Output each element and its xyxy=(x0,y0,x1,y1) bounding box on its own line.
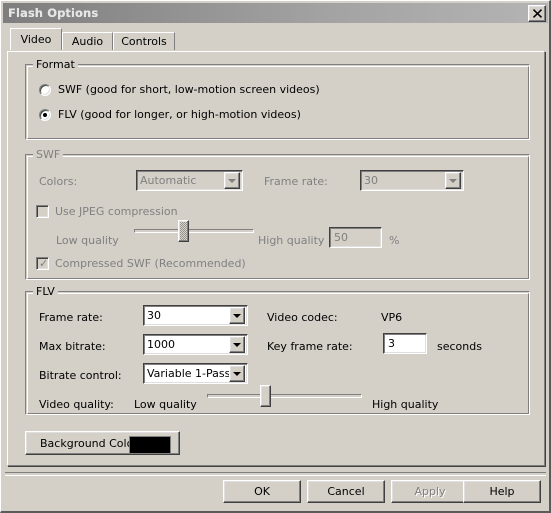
ok-button-label: OK xyxy=(254,485,270,498)
video-tab-panel: Format SWF (good for short, low-motion s… xyxy=(7,51,545,466)
cancel-button[interactable]: Cancel xyxy=(307,480,385,503)
flv-max-bitrate-combo[interactable]: 1000 xyxy=(143,334,248,355)
tab-controls[interactable]: Controls xyxy=(113,32,175,50)
apply-button: Apply xyxy=(391,480,469,503)
flv-video-quality-slider-thumb[interactable] xyxy=(260,385,271,407)
flv-group-title: FLV xyxy=(33,285,58,298)
format-group-title: Format xyxy=(33,58,78,71)
checkbox-use-jpeg-indicator[interactable] xyxy=(36,205,49,218)
ok-button[interactable]: OK xyxy=(223,480,301,503)
swf-colors-value: Automatic xyxy=(140,174,197,187)
radio-flv[interactable]: FLV (good for longer, or high-motion vid… xyxy=(39,108,301,121)
flv-group: FLV Frame rate: 30 Video codec: VP6 Max … xyxy=(25,285,530,415)
flv-frame-rate-combo[interactable]: 30 xyxy=(143,305,248,326)
chevron-down-icon[interactable] xyxy=(229,336,245,353)
help-button-label: Help xyxy=(489,485,515,498)
radio-flv-indicator[interactable] xyxy=(39,108,51,121)
swf-quality-slider[interactable] xyxy=(134,219,254,243)
swf-quality-value: 50 xyxy=(334,231,348,244)
flv-frame-rate-label: Frame rate: xyxy=(39,311,103,324)
cancel-button-label: Cancel xyxy=(327,485,365,498)
chevron-down-icon[interactable] xyxy=(445,172,461,189)
chevron-down-icon[interactable] xyxy=(229,307,245,324)
help-button[interactable]: Help xyxy=(463,480,541,503)
flv-video-codec-label: Video codec: xyxy=(267,311,338,324)
flv-video-quality-slider[interactable] xyxy=(207,384,362,408)
radio-flv-label: FLV (good for longer, or high-motion vid… xyxy=(58,108,301,121)
check-icon: ✓ xyxy=(39,257,49,270)
swf-high-quality-label: High quality xyxy=(258,234,325,247)
flv-bitrate-control-value: Variable 1-Pass xyxy=(147,367,229,380)
swf-colors-combo[interactable]: Automatic xyxy=(136,170,243,191)
tab-controls-label: Controls xyxy=(121,35,167,48)
flv-max-bitrate-label: Max bitrate: xyxy=(39,340,106,353)
flv-video-quality-label: Video quality: xyxy=(39,398,114,411)
checkbox-compressed-swf-label: Compressed SWF (Recommended) xyxy=(55,257,246,270)
radio-flv-dot xyxy=(43,112,47,117)
radio-swf-indicator[interactable] xyxy=(39,83,51,96)
flv-max-bitrate-value: 1000 xyxy=(147,338,175,351)
swf-group-title: SWF xyxy=(33,148,64,161)
flv-key-frame-rate-input[interactable]: 3 xyxy=(383,333,427,354)
flv-key-frame-rate-value: 3 xyxy=(388,337,395,350)
swf-frame-rate-label: Frame rate: xyxy=(264,175,328,188)
radio-swf-label: SWF (good for short, low-motion screen v… xyxy=(58,83,320,96)
flv-key-frame-rate-label: Key frame rate: xyxy=(267,340,353,353)
swf-quality-slider-thumb[interactable] xyxy=(178,220,189,242)
tab-audio[interactable]: Audio xyxy=(62,32,113,50)
flv-bitrate-control-combo[interactable]: Variable 1-Pass xyxy=(143,363,248,384)
footer-separator xyxy=(5,472,546,476)
flv-video-codec-value: VP6 xyxy=(381,311,403,324)
tab-audio-label: Audio xyxy=(71,35,104,48)
chevron-down-icon[interactable] xyxy=(224,172,240,189)
format-group: Format SWF (good for short, low-motion s… xyxy=(25,58,530,140)
swf-percent-label: % xyxy=(389,234,400,247)
chevron-down-icon[interactable] xyxy=(229,365,245,382)
flv-low-quality-label: Low quality xyxy=(134,398,197,411)
swf-frame-rate-value: 30 xyxy=(364,174,378,187)
swf-group: SWF Colors: Automatic Frame rate: 30 Use… xyxy=(25,148,530,280)
flv-bitrate-control-label: Bitrate control: xyxy=(39,369,122,382)
checkbox-use-jpeg-label: Use JPEG compression xyxy=(55,205,178,218)
checkbox-compressed-swf-indicator[interactable]: ✓ xyxy=(36,257,49,270)
swf-low-quality-label: Low quality xyxy=(56,234,119,247)
swf-quality-input[interactable]: 50 xyxy=(329,227,382,248)
tab-video-label: Video xyxy=(20,33,52,46)
window-title: Flash Options xyxy=(8,6,99,20)
flv-video-quality-slider-track xyxy=(207,394,362,398)
checkbox-compressed-swf[interactable]: ✓ Compressed SWF (Recommended) xyxy=(36,257,246,270)
close-icon[interactable] xyxy=(528,5,546,22)
radio-swf[interactable]: SWF (good for short, low-motion screen v… xyxy=(39,83,320,96)
swf-frame-rate-combo[interactable]: 30 xyxy=(360,170,464,191)
checkbox-use-jpeg-compression[interactable]: Use JPEG compression xyxy=(36,205,178,218)
background-color-swatch[interactable] xyxy=(129,436,171,454)
apply-button-label: Apply xyxy=(414,485,446,498)
background-color-button[interactable]: Background Color... xyxy=(25,431,180,455)
flv-frame-rate-value: 30 xyxy=(147,309,161,322)
close-glyph xyxy=(532,9,542,18)
swf-quality-slider-track xyxy=(134,229,254,233)
swf-colors-label: Colors: xyxy=(39,175,78,188)
flv-seconds-label: seconds xyxy=(437,340,482,353)
title-bar[interactable]: Flash Options xyxy=(3,3,548,23)
tab-video[interactable]: Video xyxy=(10,28,62,50)
flash-options-dialog: Flash Options Video Audio Controls Forma… xyxy=(0,0,551,513)
flv-high-quality-label: High quality xyxy=(372,398,439,411)
